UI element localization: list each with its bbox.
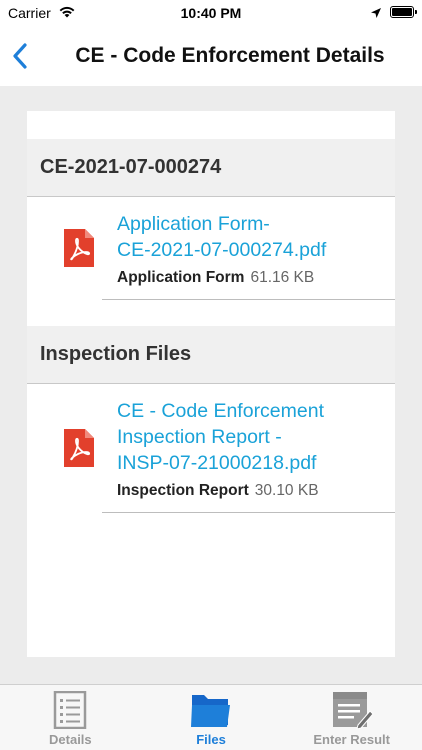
clock: 10:40 PM xyxy=(180,5,242,21)
file-row-application-form[interactable]: Application Form- CE-2021-07-000274.pdf … xyxy=(64,197,395,300)
file-size-label: 61.16 KB xyxy=(250,269,315,286)
enter-result-icon xyxy=(332,692,374,729)
file-row-inspection-report[interactable]: CE - Code Enforcement Inspection Report … xyxy=(64,384,395,513)
tab-files[interactable]: Files xyxy=(141,685,282,750)
file-type-label: Application Form xyxy=(117,269,245,286)
navigation-bar: CE - Code Enforcement Details xyxy=(0,26,422,86)
files-card: CE-2021-07-000274 Application Form- CE-2… xyxy=(27,111,395,657)
file-type-label: Inspection Report xyxy=(117,482,249,499)
pdf-icon xyxy=(64,229,94,267)
section-header-inspection-files: Inspection Files xyxy=(27,326,395,384)
tab-details[interactable]: Details xyxy=(0,685,141,750)
status-bar: Carrier 10:40 PM xyxy=(0,0,422,26)
chevron-left-icon xyxy=(13,43,27,69)
back-button[interactable] xyxy=(8,40,36,72)
file-size-label: 30.10 KB xyxy=(254,482,319,499)
tab-label: Enter Result xyxy=(313,732,390,747)
file-name-link[interactable]: CE - Code Enforcement Inspection Report … xyxy=(117,398,324,476)
tab-label: Details xyxy=(49,732,92,747)
tab-enter-result[interactable]: Enter Result xyxy=(281,685,422,750)
file-name-link[interactable]: Application Form- CE-2021-07-000274.pdf xyxy=(117,211,326,263)
tab-label: Files xyxy=(196,732,226,747)
location-arrow-icon xyxy=(370,6,382,22)
battery-icon xyxy=(390,6,417,18)
details-icon xyxy=(54,691,87,729)
section-header-record: CE-2021-07-000274 xyxy=(27,139,395,197)
tab-bar: Details Files Enter Result xyxy=(0,684,422,750)
folder-icon xyxy=(191,695,230,727)
pdf-icon xyxy=(64,429,94,467)
page-title: CE - Code Enforcement Details xyxy=(75,44,385,67)
